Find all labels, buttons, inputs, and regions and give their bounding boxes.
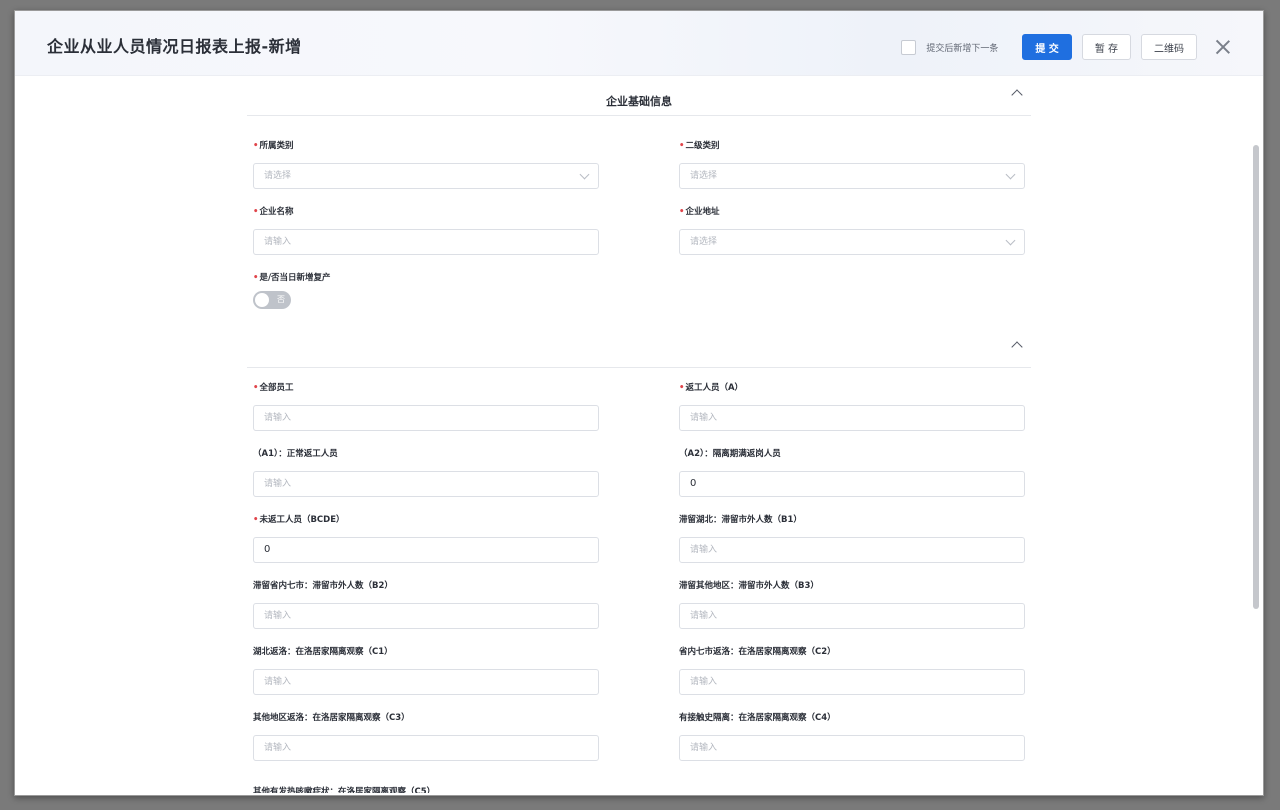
b3-input[interactable]: 请输入 [679, 603, 1025, 629]
form-content: 企业基础信息 •所属类别 请选择 •二级类别 请选择 •企业名称 请输入 •企业… [15, 75, 1263, 795]
b1-input[interactable]: 请输入 [679, 537, 1025, 563]
field-label: 湖北返洛：在洛居家隔离观察（C1） [253, 647, 393, 657]
field-category: •所属类别 请选择 [253, 139, 599, 189]
field-c4: 有接触史隔离：在洛居家隔离观察（C4） 请输入 [679, 711, 1025, 761]
submit-button[interactable]: 提 交 [1022, 34, 1072, 60]
field-a1: （A1）：正常返工人员 请输入 [253, 447, 599, 497]
section-staff-header[interactable] [247, 327, 1031, 368]
field-label: （A2）：隔离期满返岗人员 [679, 449, 781, 459]
toggle-knob [255, 293, 269, 307]
not-returned-input[interactable]: 0 [253, 537, 599, 563]
dialog-window: 企业从业人员情况日报表上报-新增 提交后新增下一条 提 交 暂 存 二维码 企业… [14, 10, 1264, 796]
dialog-title: 企业从业人员情况日报表上报-新增 [47, 37, 302, 56]
field-label: 企业地址 [685, 207, 720, 217]
field-label: 二级类别 [685, 141, 720, 151]
field-label: 是/否当日新增复产 [259, 273, 331, 283]
field-label: 省内七市返洛：在洛居家隔离观察（C2） [679, 647, 836, 657]
c4-input[interactable]: 请输入 [679, 735, 1025, 761]
field-c2: 省内七市返洛：在洛居家隔离观察（C2） 请输入 [679, 645, 1025, 695]
section-basic-info-header[interactable]: 企业基础信息 [247, 75, 1031, 116]
field-not-returned: •未返工人员（BCDE） 0 [253, 513, 599, 563]
field-label: 未返工人员（BCDE） [259, 515, 345, 525]
a1-input[interactable]: 请输入 [253, 471, 599, 497]
field-c1: 湖北返洛：在洛居家隔离观察（C1） 请输入 [253, 645, 599, 695]
qrcode-button[interactable]: 二维码 [1141, 34, 1197, 60]
a2-input[interactable]: 0 [679, 471, 1025, 497]
all-staff-input[interactable]: 请输入 [253, 405, 599, 431]
field-a2: （A2）：隔离期满返岗人员 0 [679, 447, 1025, 497]
field-b2: 滞留省内七市：滞留市外人数（B2） 请输入 [253, 579, 599, 629]
chevron-down-icon [579, 169, 590, 180]
header-actions: 提交后新增下一条 提 交 暂 存 二维码 [901, 33, 1231, 61]
save-draft-button[interactable]: 暂 存 [1081, 34, 1131, 60]
returned-staff-input[interactable]: 请输入 [679, 405, 1025, 431]
collapse-chevron-up-icon[interactable] [1011, 341, 1023, 353]
c2-input[interactable]: 请输入 [679, 669, 1025, 695]
field-subcategory: •二级类别 请选择 [679, 139, 1025, 189]
chevron-down-icon [1005, 235, 1016, 246]
field-resume-production: •是/否当日新增复产 否 [253, 271, 599, 309]
category-select[interactable]: 请选择 [253, 163, 599, 189]
c3-input[interactable]: 请输入 [253, 735, 599, 761]
resume-production-toggle[interactable]: 否 [253, 291, 291, 309]
field-b1: 滞留湖北：滞留市外人数（B1） 请输入 [679, 513, 1025, 563]
field-company-address: •企业地址 请选择 [679, 205, 1025, 255]
company-address-select[interactable]: 请选择 [679, 229, 1025, 255]
subcategory-select[interactable]: 请选择 [679, 163, 1025, 189]
submit-next-checkbox[interactable] [901, 39, 917, 55]
chevron-down-icon [1005, 169, 1016, 180]
field-label: 企业名称 [259, 207, 294, 217]
field-label: 所属类别 [259, 141, 294, 151]
field-c3: 其他地区返洛：在洛居家隔离观察（C3） 请输入 [253, 711, 599, 761]
field-label: 滞留省内七市：滞留市外人数（B2） [253, 581, 393, 591]
c1-input[interactable]: 请输入 [253, 669, 599, 695]
field-label: 其他地区返洛：在洛居家隔离观察（C3） [253, 713, 410, 723]
toggle-text: 否 [277, 295, 285, 304]
field-label: （A1）：正常返工人员 [253, 449, 338, 459]
close-icon[interactable] [1215, 39, 1231, 55]
field-label: 滞留湖北：滞留市外人数（B1） [679, 515, 802, 525]
field-label: 返工人员（A） [685, 383, 744, 393]
field-label: 有接触史隔离：在洛居家隔离观察（C4） [679, 713, 836, 723]
field-returned-staff: •返工人员（A） 请输入 [679, 381, 1025, 431]
field-label-c5-partial: 其他有发热咳嗽症状：在洛居家隔离观察（C5） [253, 787, 436, 793]
section-title: 企业基础信息 [606, 95, 672, 108]
submit-next-label[interactable]: 提交后新增下一条 [926, 41, 998, 54]
field-b3: 滞留其他地区：滞留市外人数（B3） 请输入 [679, 579, 1025, 629]
field-label: 全部员工 [259, 383, 294, 393]
scrollbar-thumb[interactable] [1253, 145, 1259, 609]
b2-input[interactable]: 请输入 [253, 603, 599, 629]
company-name-input[interactable]: 请输入 [253, 229, 599, 255]
field-label: 滞留其他地区：滞留市外人数（B3） [679, 581, 819, 591]
dialog-header: 企业从业人员情况日报表上报-新增 提交后新增下一条 提 交 暂 存 二维码 [15, 11, 1263, 76]
field-all-staff: •全部员工 请输入 [253, 381, 599, 431]
field-company-name: •企业名称 请输入 [253, 205, 599, 255]
